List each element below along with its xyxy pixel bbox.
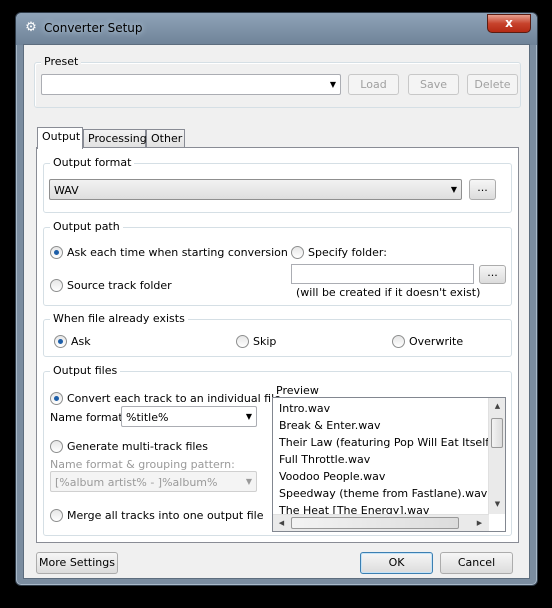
browse-folder-button[interactable]: ... [479,265,506,284]
source-folder-label: Source track folder [67,279,172,292]
preview-label: Preview [276,384,319,397]
ask-each-time-label: Ask each time when starting conversion [67,246,288,259]
exists-overwrite-label: Overwrite [409,335,464,348]
individual-files-radio[interactable] [50,392,63,405]
specify-folder-label: Specify folder: [308,246,387,259]
preset-group: Preset ▼ Load Save Delete [34,56,521,108]
folder-input[interactable] [291,264,474,284]
exists-skip-label: Skip [253,335,277,348]
more-settings-button[interactable]: More Settings [36,552,118,574]
vertical-scrollbar[interactable]: ▲ ▼ [488,398,505,514]
chevron-down-icon: ▼ [450,185,457,194]
file-exists-label: When file already exists [50,313,188,325]
list-item[interactable]: Voodoo People.wav [279,470,385,483]
merge-tracks-radio[interactable] [50,509,63,522]
folder-note: (will be created if it doesn't exist) [296,286,481,299]
horizontal-scrollbar[interactable]: ◀ ▶ [273,514,489,531]
grouping-pattern-value: [%album artist% - ]%album% [55,476,218,489]
output-path-label: Output path [50,221,123,233]
tab-other[interactable]: Other [146,129,185,149]
scroll-down-arrow-icon[interactable]: ▼ [489,500,505,508]
grouping-pattern-label: Name format & grouping pattern: [50,458,235,471]
multi-track-label: Generate multi-track files [67,440,208,453]
chevron-down-icon: ▼ [245,477,252,486]
output-format-label: Output format [50,157,135,169]
scroll-up-arrow-icon[interactable]: ▲ [489,402,505,410]
file-exists-group: When file already exists Ask Skip Overwr… [43,313,512,357]
list-item[interactable]: Full Throttle.wav [279,453,370,466]
title-bar[interactable]: ⚙ Converter Setup x [16,13,537,45]
preset-combo[interactable]: ▼ [41,74,341,95]
grouping-pattern-combo[interactable]: [%album artist% - ]%album% ▼ [50,471,257,492]
window-title: Converter Setup [44,21,143,35]
delete-button[interactable]: Delete [467,74,518,95]
output-files-label: Output files [50,365,121,377]
exists-ask-radio[interactable] [54,335,67,348]
scroll-left-arrow-icon[interactable]: ◀ [273,519,290,527]
vertical-scroll-thumb[interactable] [491,418,503,448]
ask-each-time-radio[interactable] [50,246,63,259]
output-format-combo[interactable]: WAV ▼ [49,179,462,200]
close-button[interactable]: x [487,14,531,33]
scroll-right-arrow-icon[interactable]: ▶ [471,519,488,527]
name-format-label: Name format: [50,411,127,424]
preview-list[interactable]: Intro.wav Break & Enter.wav Their Law (f… [272,397,506,532]
individual-files-label: Convert each track to an individual file [67,392,281,405]
chevron-down-icon: ▼ [329,80,336,89]
save-button[interactable]: Save [408,74,459,95]
exists-skip-radio[interactable] [236,335,249,348]
horizontal-scroll-thumb[interactable] [291,517,459,529]
ok-button[interactable]: OK [360,552,433,574]
exists-ask-label: Ask [71,335,91,348]
specify-folder-radio[interactable] [291,246,304,259]
chevron-down-icon: ▼ [245,412,252,421]
multi-track-radio[interactable] [50,440,63,453]
cancel-button[interactable]: Cancel [440,552,513,574]
list-item[interactable]: Speedway (theme from Fastlane).wav [279,487,487,500]
list-item[interactable]: Break & Enter.wav [279,419,381,432]
exists-overwrite-radio[interactable] [392,335,405,348]
format-settings-button[interactable]: ... [469,179,496,200]
output-tab-panel: Output format WAV ▼ ... Output path Ask … [36,147,519,543]
tab-processing[interactable]: Processing [83,129,147,149]
output-format-group: Output format WAV ▼ ... [43,157,512,213]
list-item[interactable]: Intro.wav [279,402,330,415]
output-path-group: Output path Ask each time when starting … [43,221,512,306]
dialog-client-area: Preset ▼ Load Save Delete Output Process… [23,44,530,579]
load-button[interactable]: Load [348,74,399,95]
gear-icon: ⚙ [25,20,37,35]
merge-tracks-label: Merge all tracks into one output file [67,509,264,522]
name-format-combo[interactable]: %title% ▼ [121,406,257,427]
list-item[interactable]: Their Law (featuring Pop Will Eat Itself… [279,436,505,449]
source-folder-radio[interactable] [50,279,63,292]
name-format-value: %title% [126,411,169,424]
output-files-group: Output files Convert each track to an in… [43,365,512,536]
preset-group-label: Preset [41,56,82,68]
converter-setup-window: ⚙ Converter Setup x Preset ▼ Load Save D… [15,12,538,586]
tab-output[interactable]: Output [37,127,83,149]
output-format-value: WAV [54,184,79,197]
